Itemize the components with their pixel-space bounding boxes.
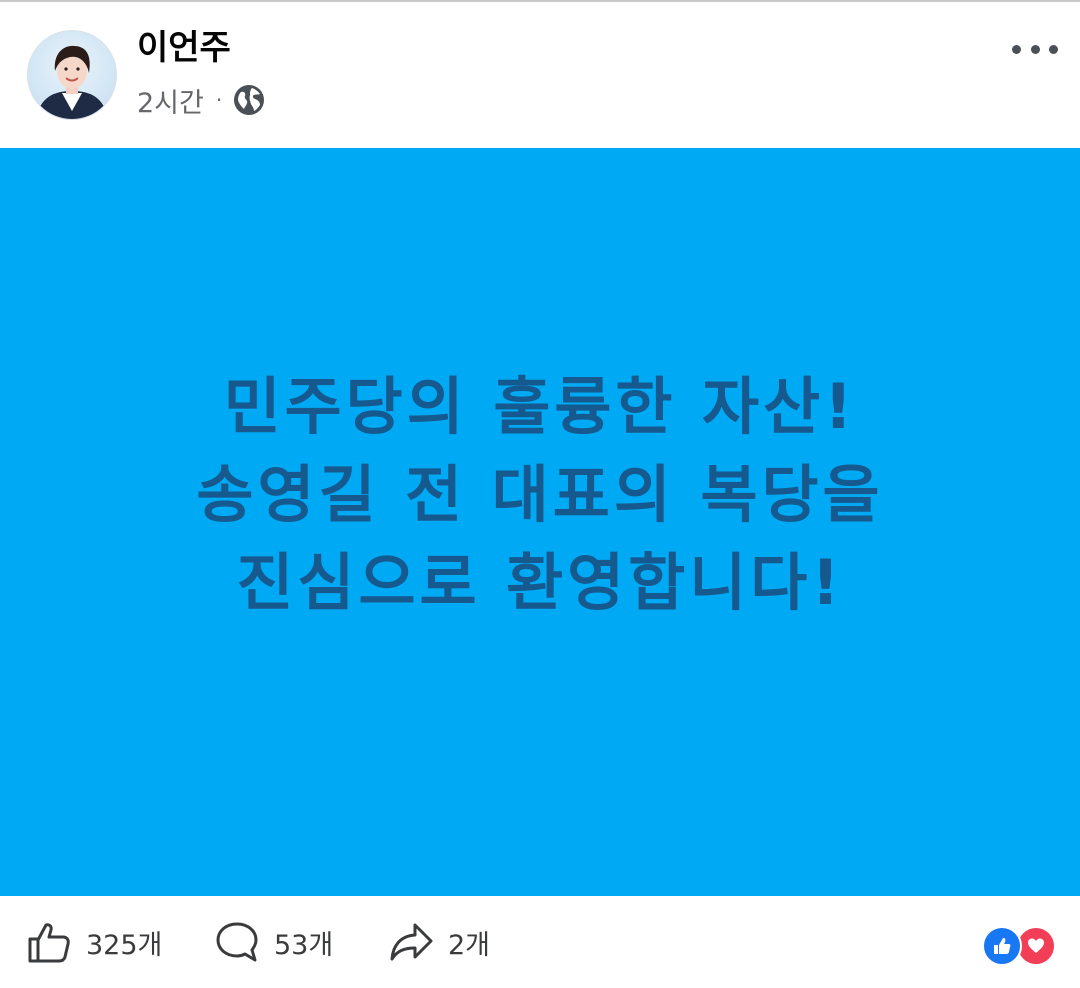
post-header: 이언주 2시간 ·: [0, 2, 1080, 148]
reactions-summary[interactable]: [982, 926, 1056, 966]
globe-icon: [232, 83, 266, 117]
post-message-line: 민주당의 훌륭한 자산!: [223, 370, 857, 443]
avatar-portrait: [36, 45, 108, 119]
post-meta: 2시간 ·: [137, 81, 266, 120]
author-avatar[interactable]: [27, 30, 117, 120]
comment-count: 53개: [274, 929, 334, 961]
facebook-post: 이언주 2시간 · 민주당의 훌륭한 자산! 송영길 전 대표의 복당을 진심으…: [0, 0, 1080, 988]
thumbs-up-icon: [28, 923, 70, 963]
more-horizontal-icon: [1012, 44, 1021, 54]
more-options-button[interactable]: [1012, 32, 1058, 66]
post-actions-bar: 325개 53개 2개: [0, 896, 1080, 988]
meta-separator: ·: [215, 88, 223, 112]
more-horizontal-icon: [1030, 44, 1040, 54]
post-message-line: 진심으로 환영합니다!: [236, 546, 844, 619]
love-reaction-icon: [1016, 926, 1056, 966]
post-message-line: 송영길 전 대표의 복당을: [196, 458, 884, 531]
comment-bubble-icon: [216, 922, 258, 962]
more-horizontal-icon: [1049, 44, 1058, 54]
like-button[interactable]: 325개: [26, 918, 162, 966]
like-count: 325개: [86, 929, 163, 961]
post-message: 민주당의 훌륭한 자산! 송영길 전 대표의 복당을 진심으로 환영합니다!: [196, 363, 883, 627]
author-name[interactable]: 이언주: [137, 26, 231, 70]
share-count: 2개: [448, 929, 491, 961]
share-arrow-icon: [390, 923, 433, 961]
post-time[interactable]: 2시간: [137, 81, 204, 120]
comment-button[interactable]: 53개: [214, 918, 333, 966]
share-button[interactable]: 2개: [388, 918, 490, 966]
like-reaction-icon: [982, 926, 1022, 966]
post-text-card[interactable]: 민주당의 훌륭한 자산! 송영길 전 대표의 복당을 진심으로 환영합니다!: [0, 148, 1080, 896]
